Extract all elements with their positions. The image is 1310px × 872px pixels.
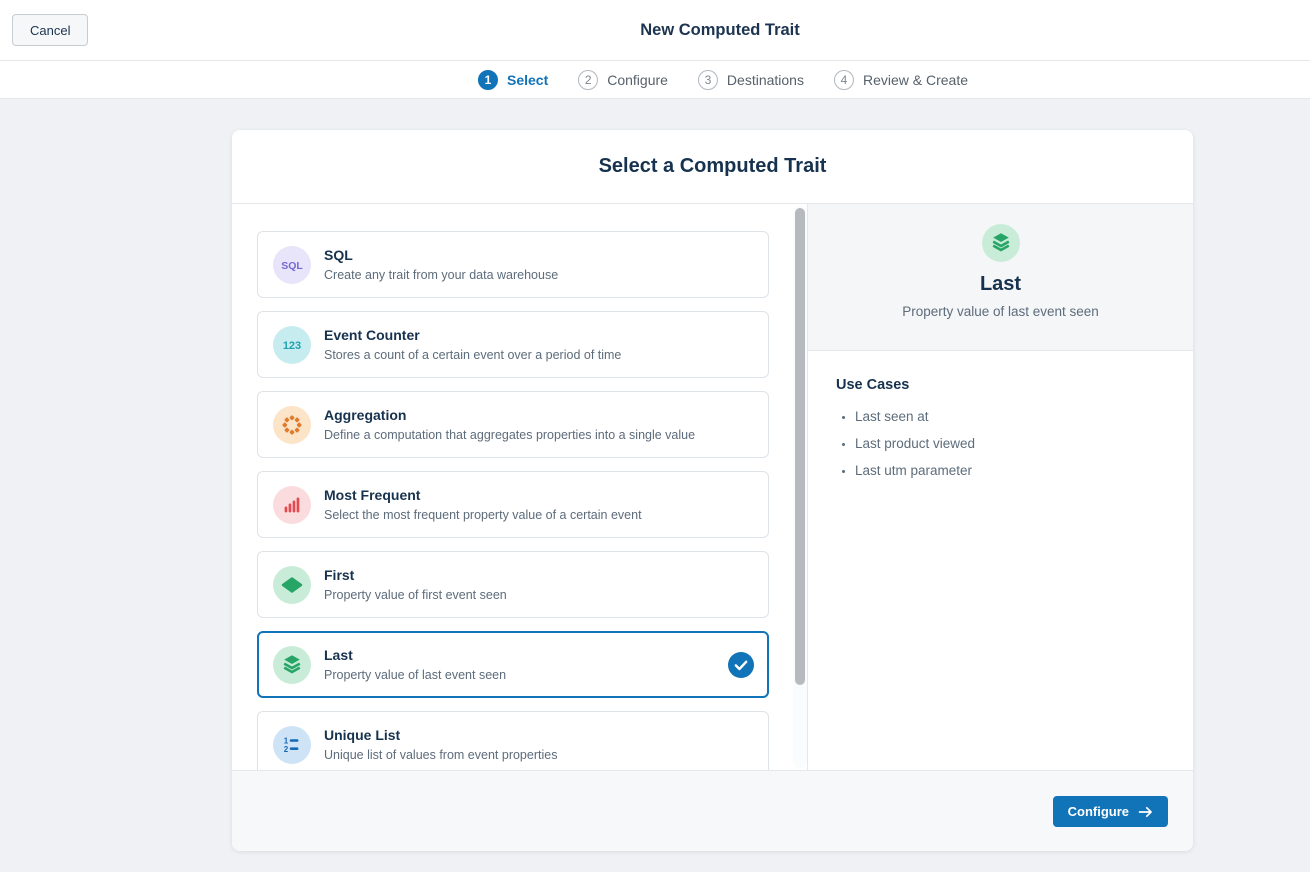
trait-description: Property value of last event seen (324, 667, 506, 683)
sql-icon: SQL (273, 246, 311, 284)
trait-detail-panel: Last Property value of last event seen U… (807, 204, 1193, 770)
aggregation-icon (273, 406, 311, 444)
trait-text: SQL Create any trait from your data wareh… (324, 246, 558, 283)
step-number-circle: 4 (834, 70, 854, 90)
step-label: Review & Create (863, 72, 968, 88)
trait-title: Aggregation (324, 406, 695, 424)
trait-title: Last (324, 646, 506, 664)
unique-list-icon: 1 2 (273, 726, 311, 764)
step-bar: 1 Select 2 Configure 3 Destinations 4 Review & … (0, 61, 1310, 99)
trait-text: Unique List Unique list of values from ev… (324, 726, 557, 763)
trait-title: Most Frequent (324, 486, 642, 504)
trait-title: First (324, 566, 507, 584)
last-icon (982, 224, 1020, 262)
step-number-circle: 1 (478, 70, 498, 90)
trait-item-first[interactable]: First Property value of first event seen (257, 551, 769, 618)
step-number-circle: 3 (698, 70, 718, 90)
use-case-item: Last product viewed (855, 430, 1169, 457)
trait-item-sql[interactable]: SQL SQL Create any trait from your data wa… (257, 231, 769, 298)
cancel-button[interactable]: Cancel (12, 14, 88, 46)
step-destinations[interactable]: 3 Destinations (698, 70, 804, 90)
card-title: Select a Computed Trait (232, 130, 1193, 204)
scrollbar-track[interactable] (793, 206, 807, 768)
use-case-item: Last utm parameter (855, 457, 1169, 484)
trait-description: Create any trait from your data warehous… (324, 267, 558, 283)
use-case-item: Last seen at (855, 403, 1169, 430)
svg-text:SQL: SQL (281, 260, 303, 272)
trait-detail-header: Last Property value of last event seen (808, 204, 1193, 351)
trait-description: Property value of first event seen (324, 587, 507, 603)
scrollbar-thumb[interactable] (795, 208, 805, 685)
card-body: SQL SQL Create any trait from your data wa… (232, 204, 1193, 770)
step-label: Configure (607, 72, 668, 88)
svg-text:2: 2 (284, 744, 289, 753)
trait-text: First Property value of first event seen (324, 566, 507, 603)
configure-button-label: Configure (1068, 804, 1129, 819)
last-icon (273, 646, 311, 684)
trait-item-last[interactable]: Last Property value of last event seen (257, 631, 769, 698)
stepper: 1 Select 2 Configure 3 Destinations 4 Review & … (478, 61, 968, 98)
page-title: New Computed Trait (640, 0, 800, 60)
event-counter-icon: 123 (273, 326, 311, 364)
use-cases-list: Last seen atLast product viewedLast utm … (836, 403, 1169, 484)
trait-item-unique-list[interactable]: 1 2 Unique List Unique list of values fro… (257, 711, 769, 770)
use-cases-section: Use Cases Last seen atLast product viewe… (808, 351, 1193, 484)
trait-detail-title: Last (808, 273, 1193, 296)
step-label: Select (507, 72, 548, 88)
trait-list: SQL SQL Create any trait from your data wa… (232, 204, 793, 770)
use-cases-title: Use Cases (836, 377, 1169, 393)
svg-text:123: 123 (283, 340, 301, 352)
page-background: Select a Computed Trait SQL SQL Create any… (0, 99, 1310, 872)
trait-item-aggregation[interactable]: Aggregation Define a computation that agg… (257, 391, 769, 458)
trait-description: Select the most frequent property value … (324, 507, 642, 523)
step-label: Destinations (727, 72, 804, 88)
select-trait-card: Select a Computed Trait SQL SQL Create any… (232, 130, 1193, 851)
trait-title: Event Counter (324, 326, 621, 344)
trait-text: Aggregation Define a computation that agg… (324, 406, 695, 443)
card-footer: Configure (232, 770, 1193, 851)
top-bar: Cancel New Computed Trait (0, 0, 1310, 61)
trait-item-most-frequent[interactable]: Most Frequent Select the most frequent pr… (257, 471, 769, 538)
trait-description: Stores a count of a certain event over a… (324, 347, 621, 363)
selected-check-icon (728, 652, 754, 678)
step-review-create[interactable]: 4 Review & Create (834, 70, 968, 90)
trait-text: Event Counter Stores a count of a certain… (324, 326, 621, 363)
most-frequent-icon (273, 486, 311, 524)
trait-title: Unique List (324, 726, 557, 744)
trait-description: Define a computation that aggregates pro… (324, 427, 695, 443)
configure-button[interactable]: Configure (1053, 796, 1168, 827)
first-icon (273, 566, 311, 604)
trait-description: Unique list of values from event propert… (324, 747, 557, 763)
trait-text: Most Frequent Select the most frequent pr… (324, 486, 642, 523)
step-select[interactable]: 1 Select (478, 70, 548, 90)
arrow-right-icon (1138, 806, 1153, 818)
trait-detail-subtitle: Property value of last event seen (808, 304, 1193, 319)
step-configure[interactable]: 2 Configure (578, 70, 668, 90)
trait-title: SQL (324, 246, 558, 264)
trait-text: Last Property value of last event seen (324, 646, 506, 683)
step-number-circle: 2 (578, 70, 598, 90)
trait-item-event-counter[interactable]: 123 Event Counter Stores a count of a cert… (257, 311, 769, 378)
